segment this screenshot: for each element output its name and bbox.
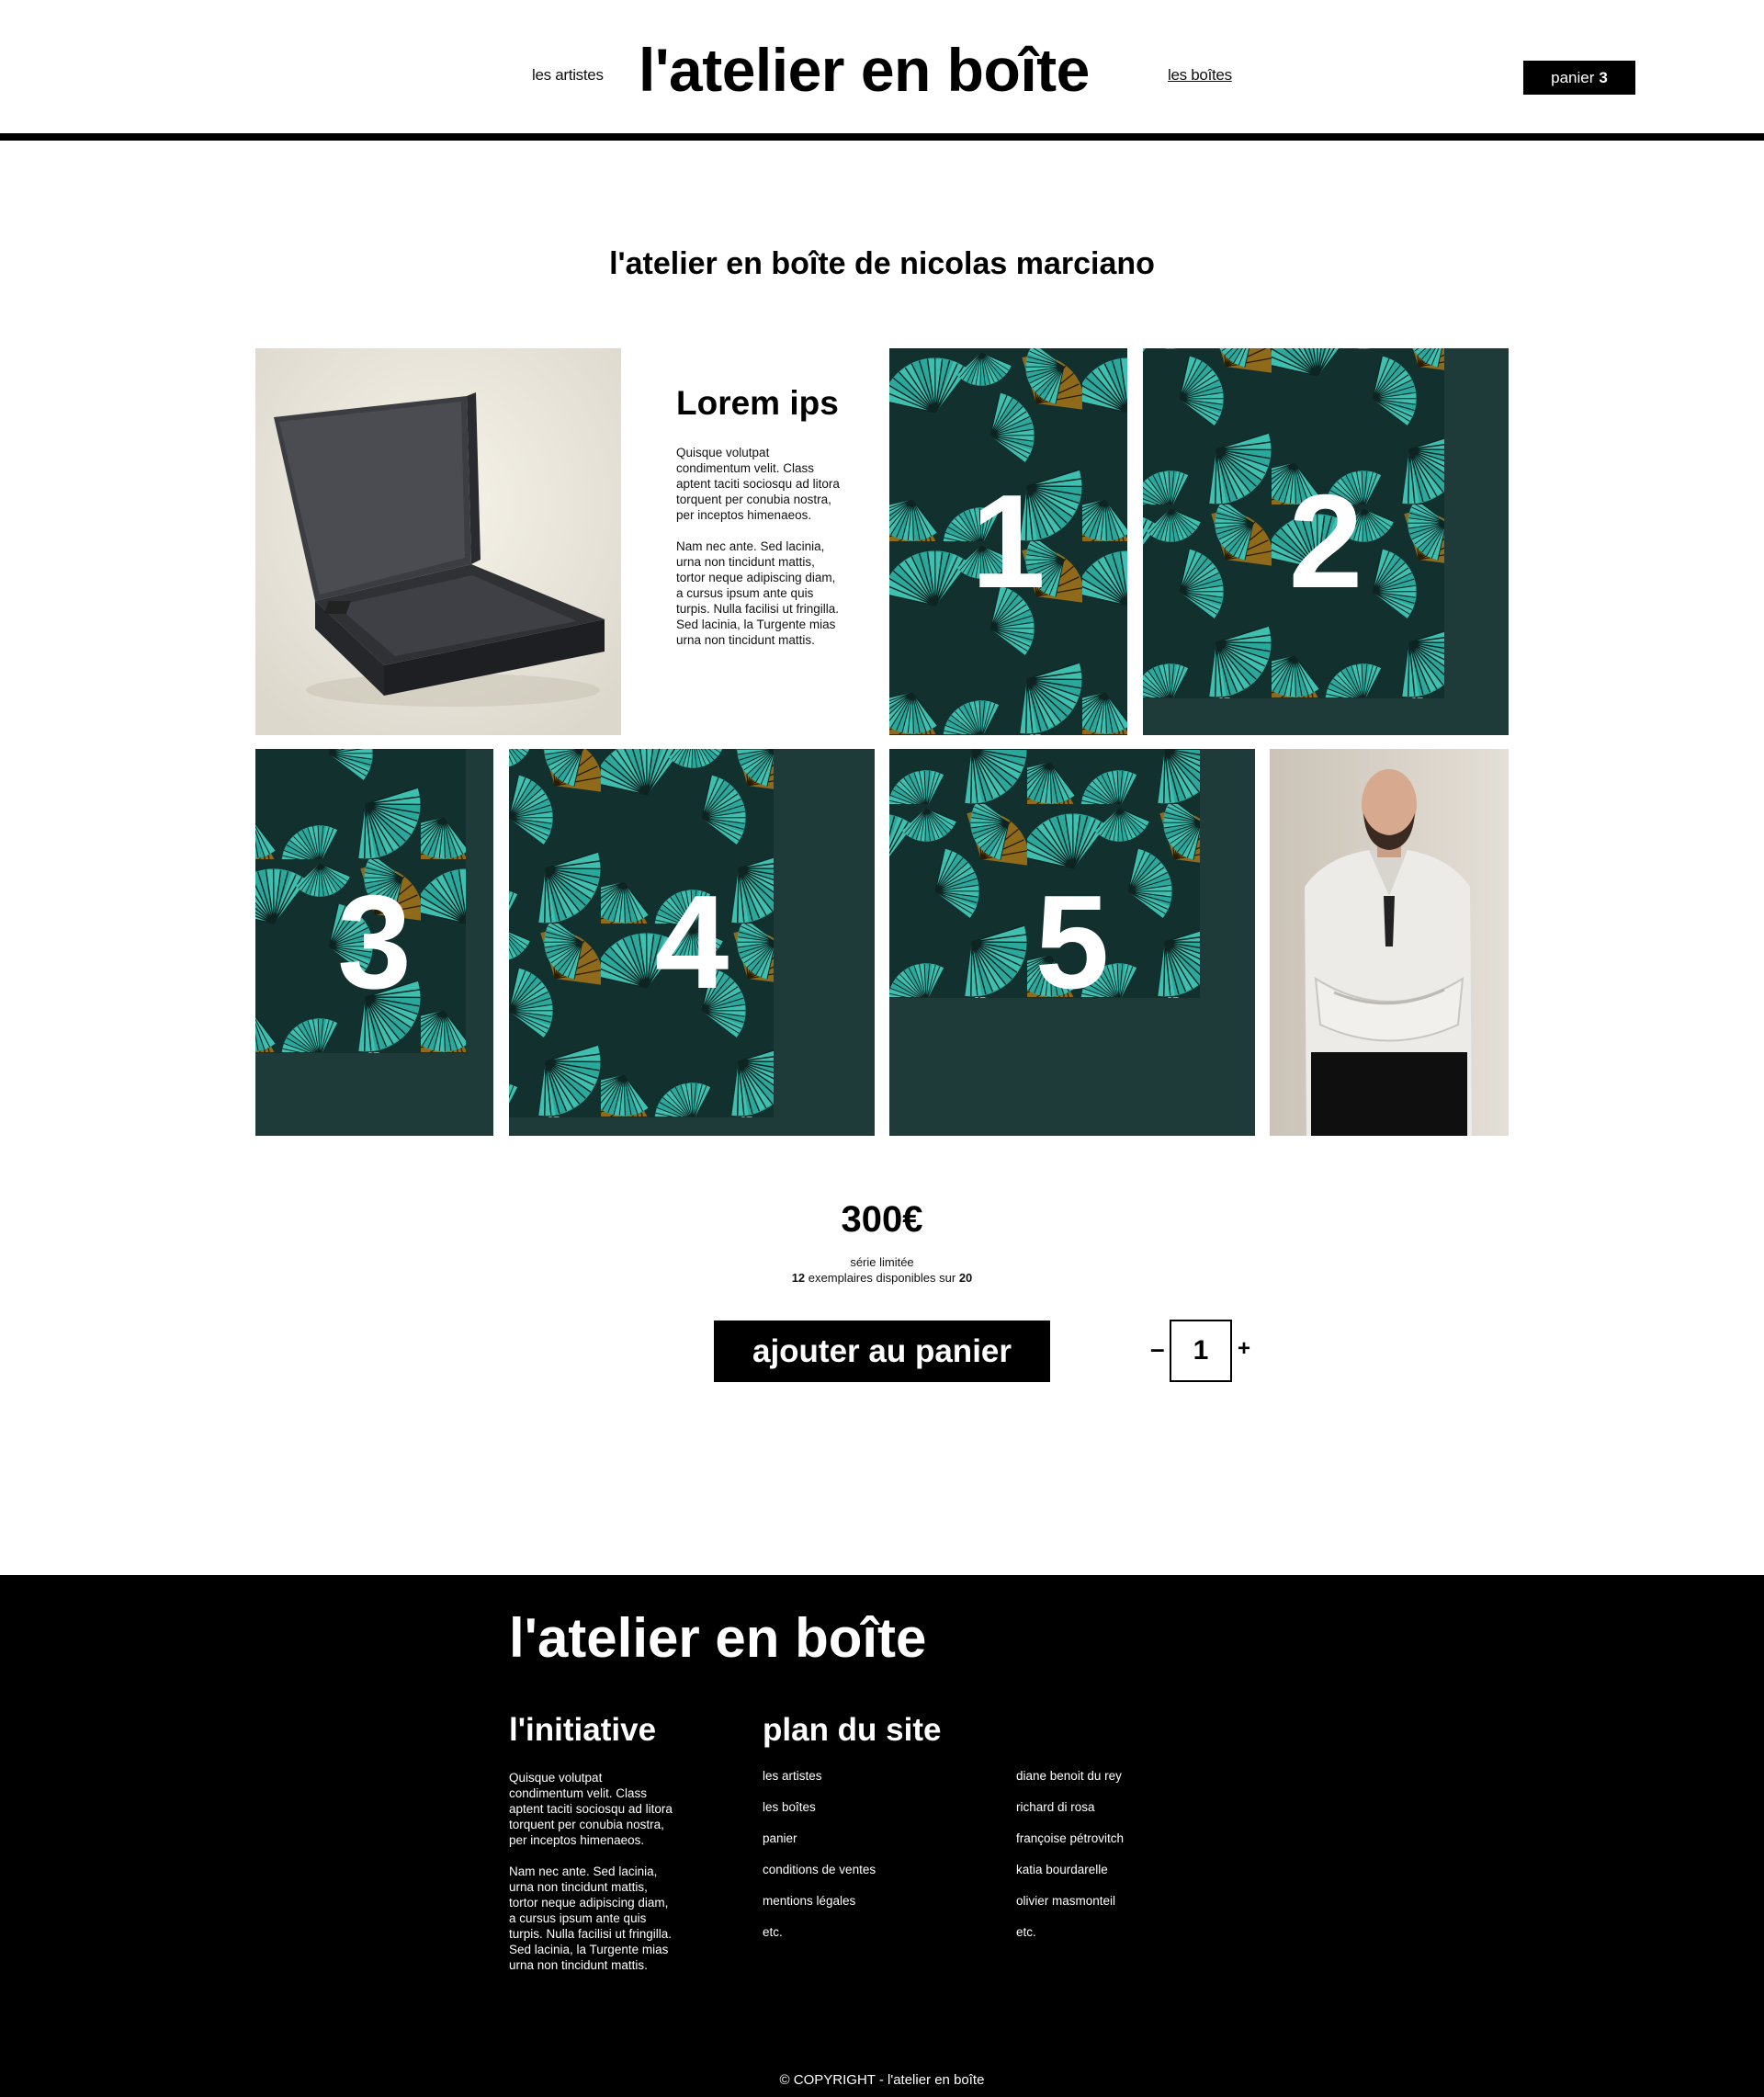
page-title: l'atelier en boîte de nicolas marciano: [609, 246, 1155, 281]
footer-link-conditions[interactable]: conditions de ventes: [763, 1863, 876, 1876]
footer-link-les-boites[interactable]: les boîtes: [763, 1800, 816, 1814]
intro-text: Quisque volutpat condimentum velit. Clas…: [676, 445, 842, 663]
gallery-tile[interactable]: 3: [255, 749, 493, 1136]
header-divider: [0, 133, 1764, 141]
nav-les-artistes[interactable]: les artistes: [532, 66, 604, 85]
footer-link-etc[interactable]: etc.: [763, 1925, 783, 1939]
footer-paragraph: Quisque volutpat condimentum velit. Clas…: [509, 1771, 673, 1847]
site-footer: l'atelier en boîte l'initiative Quisque …: [0, 1575, 1764, 2097]
gallery-tile[interactable]: 5: [889, 749, 1255, 1136]
footer-link-panier[interactable]: panier: [763, 1831, 797, 1845]
cart-count-badge: 3: [1599, 68, 1608, 86]
tile-number: 1: [971, 467, 1046, 616]
edition-label: série limitée: [850, 1255, 914, 1269]
footer-artist-link-etc[interactable]: etc.: [1016, 1925, 1036, 1939]
footer-logo[interactable]: l'atelier en boîte: [509, 1606, 926, 1670]
footer-artist-link[interactable]: olivier masmonteil: [1016, 1894, 1115, 1908]
intro-heading: Lorem ips: [676, 384, 839, 422]
footer-link-mentions[interactable]: mentions légales: [763, 1894, 855, 1908]
box-product-photo: [255, 348, 621, 735]
tile-number: 5: [1035, 867, 1110, 1016]
footer-initiative-heading: l'initiative: [509, 1712, 657, 1748]
footer-artist-link[interactable]: françoise pétrovitch: [1016, 1831, 1124, 1845]
footer-artist-link[interactable]: diane benoit du rey: [1016, 1769, 1122, 1783]
intro-paragraph: Quisque volutpat condimentum velit. Clas…: [676, 446, 840, 522]
tile-number: 2: [1288, 467, 1363, 616]
gallery-tile[interactable]: 2: [1143, 348, 1509, 735]
quantity-input[interactable]: 1: [1170, 1320, 1232, 1382]
tile-number: 4: [654, 867, 729, 1016]
product-price: 300€: [841, 1199, 923, 1240]
copyright: © COPYRIGHT - l'atelier en boîte: [779, 2072, 985, 2088]
gallery-tile[interactable]: 4: [509, 749, 875, 1136]
qty-increment-button[interactable]: +: [1238, 1336, 1250, 1362]
footer-initiative-text: Quisque volutpat condimentum velit. Clas…: [509, 1770, 674, 1989]
qty-decrement-button[interactable]: –: [1150, 1334, 1165, 1364]
footer-artist-link[interactable]: richard di rosa: [1016, 1800, 1095, 1814]
add-to-cart-button[interactable]: ajouter au panier: [714, 1321, 1050, 1382]
artist-photo: [1270, 749, 1509, 1136]
availability-line: 12 exemplaires disponibles sur 20: [0, 1271, 1764, 1285]
footer-paragraph: Nam nec ante. Sed lacinia, urna non tinc…: [509, 1865, 673, 1972]
nav-les-boites[interactable]: les boîtes: [1168, 66, 1232, 85]
footer-sitemap-heading: plan du site: [763, 1712, 942, 1748]
gallery-tile[interactable]: 1: [889, 348, 1127, 735]
cart-label: panier: [1551, 68, 1595, 86]
footer-link-les-artistes[interactable]: les artistes: [763, 1769, 822, 1783]
tile-number: 3: [337, 867, 412, 1016]
intro-paragraph: Nam nec ante. Sed lacinia, urna non tinc…: [676, 539, 840, 647]
available-text: exemplaires disponibles sur: [808, 1271, 956, 1285]
total-count: 20: [958, 1271, 973, 1285]
cart-button[interactable]: panier 3: [1523, 61, 1635, 95]
footer-artist-link[interactable]: katia bourdarelle: [1016, 1863, 1108, 1876]
available-count: 12: [791, 1271, 806, 1285]
site-logo[interactable]: l'atelier en boîte: [639, 35, 1090, 105]
